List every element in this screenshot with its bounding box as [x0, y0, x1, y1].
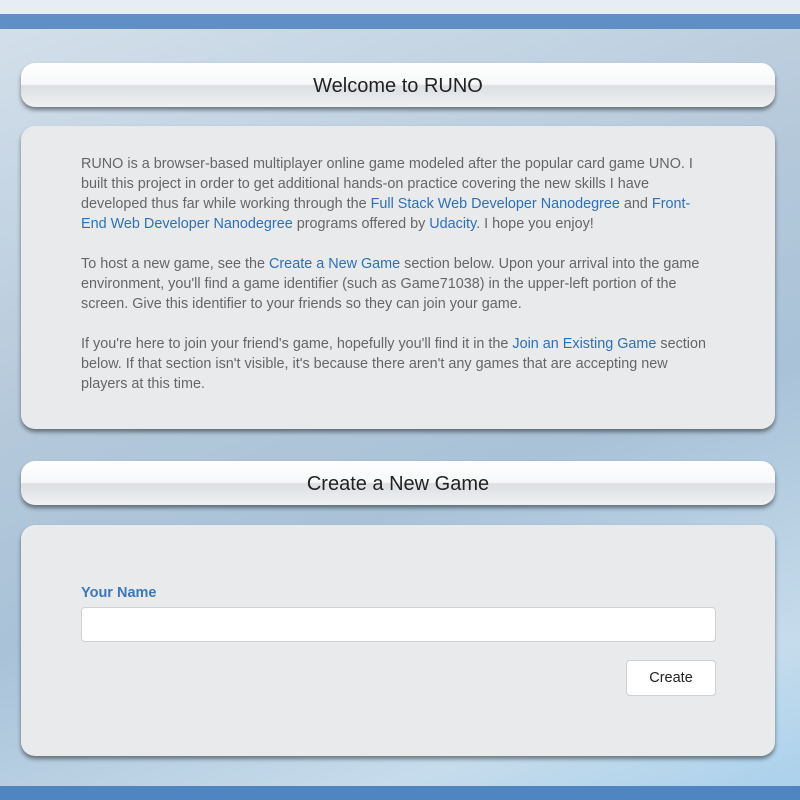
- host-paragraph: To host a new game, see the Create a New…: [81, 254, 715, 314]
- join-text-1: If you're here to join your friend's gam…: [81, 336, 513, 352]
- top-bar: [0, 0, 800, 29]
- intro-paragraph: RUNO is a browser-based multiplayer onli…: [81, 154, 715, 234]
- welcome-header: Welcome to RUNO: [21, 63, 775, 107]
- create-game-title: Create a New Game: [306, 473, 490, 495]
- intro-text-4: . I hope you enjoy!: [476, 216, 594, 232]
- your-name-label: Your Name: [81, 585, 157, 601]
- create-button[interactable]: Create: [626, 660, 716, 696]
- welcome-title: Welcome to RUNO: [313, 75, 483, 97]
- udacity-link[interactable]: Udacity: [429, 216, 476, 232]
- full-stack-nanodegree-link[interactable]: Full Stack Web Developer Nanodegree: [371, 196, 620, 212]
- create-game-header: Create a New Game: [21, 461, 775, 505]
- bottom-bar: [0, 786, 800, 800]
- host-text-1: To host a new game, see the: [81, 256, 269, 272]
- create-game-link[interactable]: Create a New Game: [269, 256, 400, 272]
- create-game-card: Your Name Create: [21, 525, 775, 756]
- welcome-card: RUNO is a browser-based multiplayer onli…: [21, 126, 775, 429]
- your-name-input[interactable]: [81, 607, 716, 642]
- join-game-link[interactable]: Join an Existing Game: [512, 336, 656, 352]
- intro-text-2: and: [619, 196, 652, 212]
- intro-text-3: programs offered by: [292, 216, 430, 232]
- join-paragraph: If you're here to join your friend's gam…: [81, 334, 715, 394]
